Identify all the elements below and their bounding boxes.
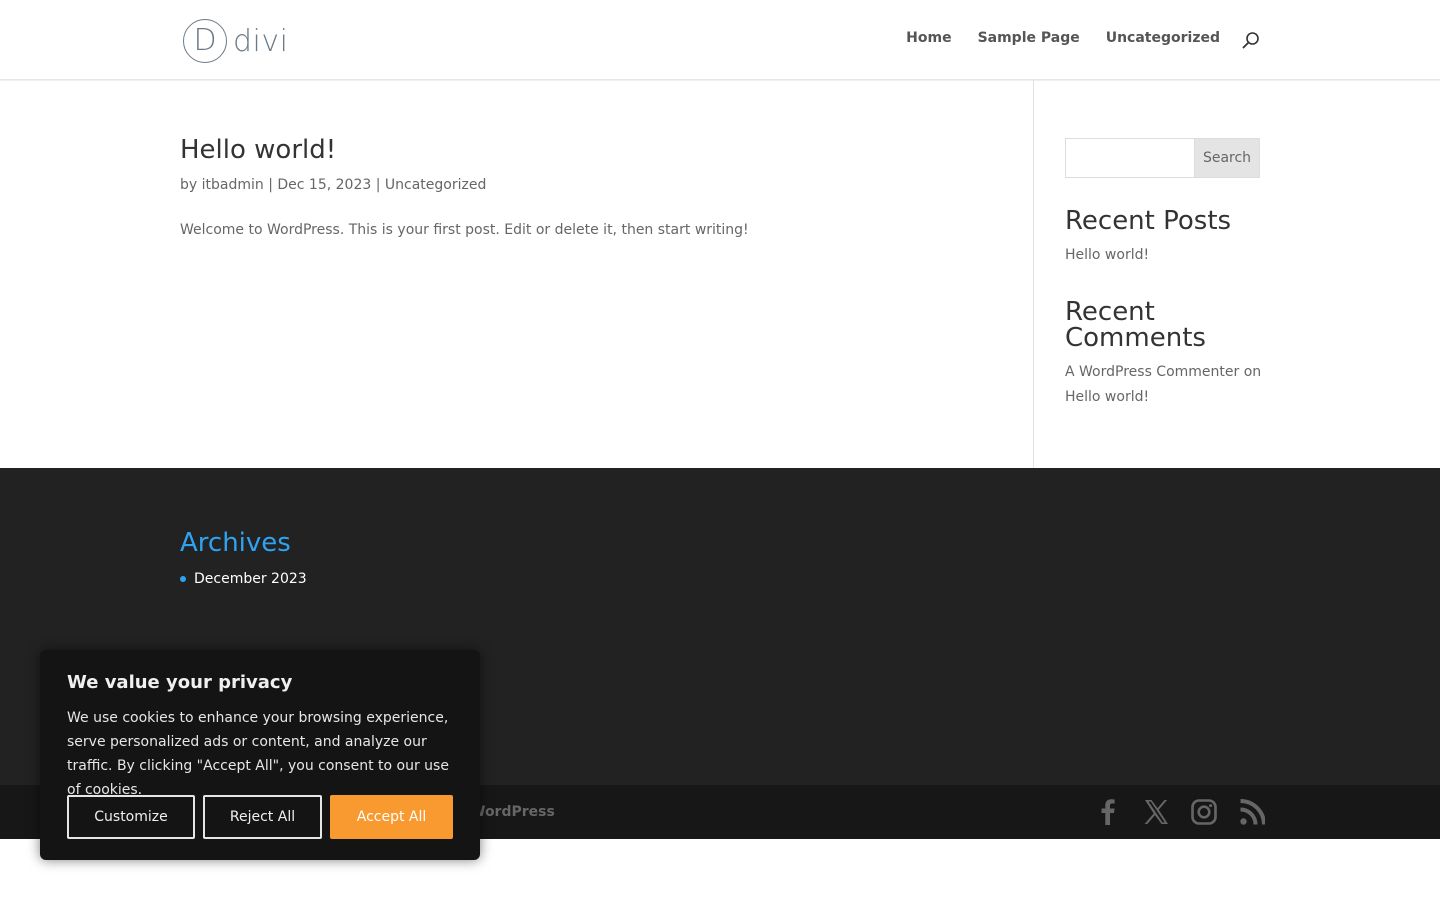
search-icon[interactable] — [1241, 31, 1261, 51]
main-content: Hello world! by itbadmin | Dec 15, 2023 … — [0, 80, 1440, 468]
archive-list-item: December 2023 — [180, 571, 307, 587]
post-category-link[interactable]: Uncategorized — [385, 177, 486, 193]
recent-comments-heading-line2: Comments — [1065, 323, 1206, 353]
post-title[interactable]: Hello world! — [180, 135, 336, 165]
bullet-icon — [180, 576, 186, 582]
recent-posts-heading: Recent Posts — [1065, 206, 1232, 236]
archive-link[interactable]: December 2023 — [194, 571, 307, 587]
cookie-title: We value your privacy — [67, 672, 293, 693]
x-icon[interactable] — [1143, 798, 1169, 826]
post-excerpt: Welcome to WordPress. This is your first… — [180, 222, 749, 238]
facebook-icon[interactable] — [1095, 798, 1121, 826]
accept-all-button[interactable]: Accept All — [330, 795, 453, 839]
post-author-link[interactable]: itbadmin — [202, 177, 264, 193]
comment-on-text: on — [1243, 364, 1262, 380]
archives-heading: Archives — [180, 528, 291, 558]
comment-post-link[interactable]: Hello world! — [1065, 389, 1149, 405]
social-icons — [1095, 798, 1265, 826]
sidebar-search-input[interactable] — [1065, 138, 1194, 178]
nav-item-uncategorized[interactable]: Uncategorized — [1106, 30, 1220, 46]
post-date: Dec 15, 2023 — [277, 177, 372, 193]
rss-icon[interactable] — [1239, 798, 1265, 826]
site-logo[interactable]: D divi — [183, 18, 288, 64]
meta-prefix: by — [180, 177, 198, 193]
sidebar-search-button[interactable]: Search — [1194, 138, 1260, 178]
cookie-description: We use cookies to enhance your browsing … — [67, 710, 449, 798]
footer-credit-link[interactable]: WordPress — [470, 804, 555, 820]
main-nav: Home Sample Page Uncategorized — [906, 30, 1220, 46]
instagram-icon[interactable] — [1191, 798, 1217, 826]
sidebar-divider — [1033, 80, 1034, 468]
logo-mark: D — [183, 19, 227, 63]
post-meta: by itbadmin | Dec 15, 2023 | Uncategoriz… — [180, 177, 486, 193]
logo-text: divi — [233, 23, 289, 59]
customize-button[interactable]: Customize — [67, 795, 195, 839]
nav-item-sample-page[interactable]: Sample Page — [978, 30, 1080, 46]
reject-all-button[interactable]: Reject All — [203, 795, 322, 839]
nav-item-home[interactable]: Home — [906, 30, 951, 46]
comment-author-link[interactable]: A WordPress Commenter — [1065, 364, 1239, 380]
meta-separator: | — [268, 177, 273, 193]
recent-post-link[interactable]: Hello world! — [1065, 243, 1265, 268]
cookie-consent-banner: We value your privacy We use cookies to … — [40, 650, 480, 860]
meta-separator: | — [375, 177, 381, 193]
recent-comment-item: A WordPress Commenter on Hello world! — [1065, 360, 1265, 410]
recent-comments-heading: Recent Comments — [1065, 299, 1275, 351]
site-header: D divi Home Sample Page Uncategorized — [0, 0, 1440, 80]
